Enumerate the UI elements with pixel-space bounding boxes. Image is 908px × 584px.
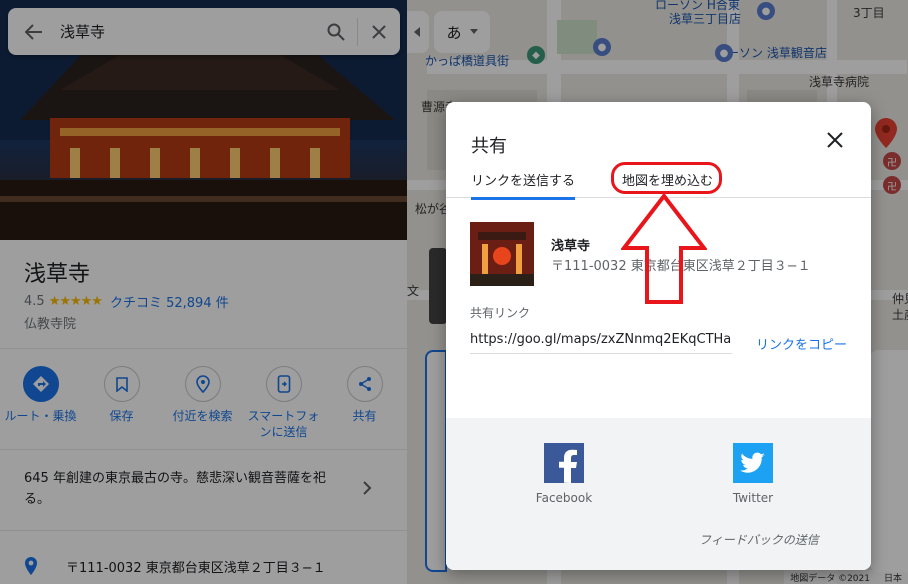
copy-link-button[interactable]: リンクをコピー	[756, 334, 847, 353]
annotation-arrow-icon	[621, 193, 707, 304]
share-link-label: 共有リンク	[470, 306, 531, 320]
facebook-icon	[544, 443, 584, 483]
tab-send-link[interactable]: リンクを送信する	[471, 170, 576, 200]
twitter-label: Twitter	[732, 491, 774, 505]
close-dialog-button[interactable]	[821, 126, 849, 154]
annotation-highlight-oval	[611, 162, 722, 194]
dialog-title: 共有	[471, 136, 507, 157]
facebook-share-button[interactable]: Facebook	[514, 443, 614, 505]
facebook-label: Facebook	[535, 491, 593, 505]
twitter-share-button[interactable]: Twitter	[703, 443, 803, 505]
send-feedback-link[interactable]: フィードバックの送信	[699, 531, 819, 548]
share-link-field[interactable]: https://goo.gl/maps/zxZNnmq2EKqCTHag8	[470, 332, 732, 354]
share-place-name: 浅草寺	[551, 239, 591, 254]
close-icon	[827, 132, 843, 148]
place-thumbnail	[470, 222, 534, 286]
twitter-icon	[733, 443, 773, 483]
social-share-area: Facebook Twitter フィードバックの送信	[446, 418, 871, 570]
temple-thumbnail-graphic	[470, 222, 534, 286]
